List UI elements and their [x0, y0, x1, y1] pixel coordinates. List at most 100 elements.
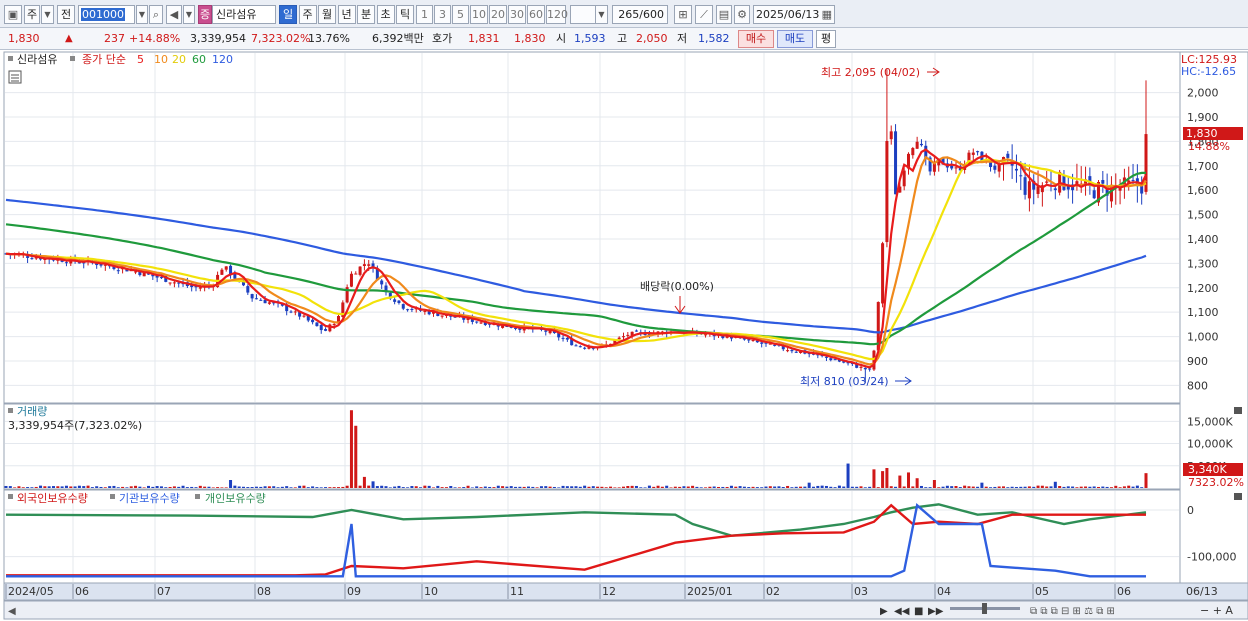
volume-bar [1135, 485, 1139, 488]
volume-bar [108, 486, 112, 488]
volume-panel [3, 403, 1181, 490]
layout-icon[interactable]: ▣ [4, 5, 22, 24]
candle-body [254, 298, 258, 300]
period-tab-4[interactable]: 분 [357, 5, 375, 24]
volume-bar [919, 485, 923, 488]
volume-bar [552, 486, 556, 488]
annotation-low: 최저 810 (03/24) [800, 375, 889, 388]
volume-bar [280, 486, 284, 488]
volume-bar [1053, 481, 1057, 488]
period-tab-1[interactable]: 주 [298, 5, 317, 24]
code-dropdown-icon[interactable]: ▼ [136, 5, 148, 24]
volume-bar [1118, 487, 1122, 488]
volume-bar [1109, 487, 1113, 488]
volume-bar [561, 485, 565, 488]
candle-body [401, 304, 405, 309]
candle-body [993, 165, 997, 170]
stop-icon[interactable]: ■ [914, 606, 923, 617]
interval-button-2[interactable]: 5 [452, 5, 469, 24]
volume-bar [431, 487, 436, 488]
count-field[interactable]: 265/600 [612, 5, 668, 24]
period-tab-6[interactable]: 틱 [396, 5, 414, 24]
ownership-panel-close-icon[interactable] [1234, 493, 1242, 500]
interval-button-0[interactable]: 1 [416, 5, 433, 24]
gear-icon[interactable]: ⚙ [734, 5, 750, 24]
interval-button-7[interactable]: 120 [546, 5, 568, 24]
scroll-right-icon[interactable]: ▶ [880, 606, 888, 617]
candle-body [172, 282, 176, 284]
calendar-icon[interactable]: ▦ [822, 6, 832, 23]
x-tick-label: 2024/05 [8, 585, 54, 598]
rewind-icon[interactable]: ◀◀ [894, 606, 910, 617]
volume-bar [488, 486, 492, 488]
scroll-left-icon[interactable]: ◀ [8, 606, 16, 617]
candle-body [544, 330, 548, 332]
stock-code-input[interactable]: 001000 [78, 5, 135, 24]
interval-button-5[interactable]: 30 [508, 5, 526, 24]
candle-body [134, 271, 138, 273]
volume-bar [134, 485, 138, 488]
interval-button-4[interactable]: 20 [489, 5, 507, 24]
stock-chart[interactable]: 800 900 1,000 1,100 1,200 1,300 1,400 1,500 1,60… [0, 50, 1248, 621]
interval-button-6[interactable]: 60 [527, 5, 545, 24]
buy-button[interactable]: 매수 [738, 30, 774, 48]
volume-bar [678, 486, 682, 488]
interval-dropdown-icon[interactable]: ▼ [595, 5, 608, 24]
volume-bar [911, 486, 915, 488]
speaker-dropdown-icon[interactable]: ▼ [183, 5, 195, 24]
ownership-tick-label: -100,000 [1187, 551, 1236, 564]
market-select[interactable]: 주 [24, 5, 40, 24]
legend-ma10: 10 [154, 53, 168, 66]
eval-button[interactable]: 평 [816, 30, 836, 48]
period-tab-3[interactable]: 년 [337, 5, 356, 24]
forward-icon[interactable]: ▶▶ [928, 606, 944, 617]
volume-bar [371, 481, 375, 488]
zoom-slider-handle[interactable] [982, 603, 987, 614]
volume-bar [82, 486, 86, 488]
ownership-legend-marker-3 [195, 494, 200, 499]
chevron-down-icon[interactable]: ▼ [41, 5, 54, 24]
volume-bar [1014, 486, 1018, 488]
candle-body [829, 358, 833, 361]
price-tick-label: 1,100 [1187, 306, 1219, 319]
search-icon[interactable]: ⌕ [149, 5, 163, 24]
date-input[interactable]: 2025/06/13 ▦ [753, 5, 835, 24]
x-tick-label: 11 [510, 585, 524, 598]
volume-bar [224, 487, 228, 488]
volume-bar [375, 486, 379, 488]
volume-panel-close-icon[interactable] [1234, 407, 1242, 414]
stock-name-field[interactable]: 신라섬유 [212, 5, 276, 24]
save-icon[interactable]: ▤ [716, 5, 732, 24]
candle-body [626, 334, 630, 336]
period-tab-2[interactable]: 월 [318, 5, 336, 24]
interval-button-1[interactable]: 3 [434, 5, 451, 24]
volume-bar [1006, 487, 1010, 488]
candle-body [885, 141, 889, 243]
sell-button[interactable]: 매도 [777, 30, 813, 48]
candle-body [1014, 168, 1018, 171]
crosshair-icon[interactable]: ⊞ [674, 5, 692, 24]
candle-body [976, 151, 980, 153]
period-tab-0[interactable]: 일 [279, 5, 297, 24]
volume-bar [751, 486, 755, 488]
period-tab-5[interactable]: 초 [376, 5, 395, 24]
x-tick-label: 12 [602, 585, 616, 598]
trend-line-icon[interactable]: ⟋ [695, 5, 713, 24]
price-tick-label: 1,900 [1187, 111, 1219, 124]
volume-bar [833, 487, 837, 488]
zoom-controls[interactable]: − + A [1200, 604, 1233, 617]
volume-bar [967, 486, 971, 488]
volume-bar [673, 486, 677, 488]
price-tag-value: 1,830 [1186, 127, 1218, 140]
volume-bar [466, 485, 470, 488]
ask-label: 호가 [432, 32, 453, 45]
speaker-icon[interactable]: ◀ [166, 5, 182, 24]
view-icons[interactable]: ⧉ ⧉ ⧉ ⊟ ⊞ ⚖ ⧉ ⊞ [1030, 606, 1115, 617]
volume-bar [168, 486, 172, 488]
x-tick-label-end: 06/13 [1186, 585, 1218, 598]
volume-bar [924, 487, 928, 488]
toolbar: ▣ 주 ▼ 전 001000 ▼ ⌕ ◀ ▼ 증 신라섬유 일주월년분초틱 13… [0, 0, 1248, 28]
candle-body [1036, 186, 1040, 194]
period-all-button[interactable]: 전 [57, 5, 75, 24]
interval-button-3[interactable]: 10 [470, 5, 488, 24]
